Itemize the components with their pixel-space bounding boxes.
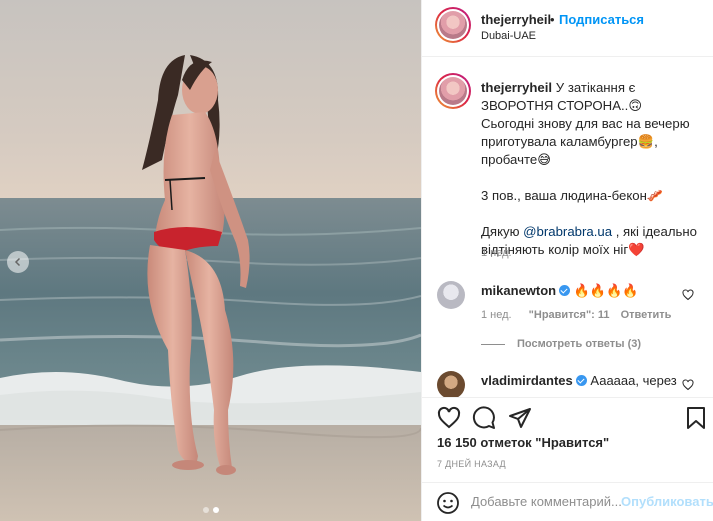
separator-dot: • [550,12,555,27]
comments-scroll-area[interactable]: thejerryheil У затікання є ЗВОРОТНЯ СТОР… [422,57,713,397]
verified-badge-icon [559,285,571,296]
comment-timestamp[interactable]: 1 нед. [481,309,512,321]
view-replies-label: Посмотреть ответы (3) [517,338,642,350]
reply-button[interactable]: Ответить [621,309,672,321]
comment-meta: 1 нед. "Нравится": 11 Ответить [481,309,671,321]
caption-username[interactable]: thejerryheil [481,80,552,95]
caption-timestamp[interactable]: 1 нед. [481,247,512,259]
carousel-dots [0,507,421,513]
comment-text: Аааааа, через [590,373,677,388]
carousel-dot-active [212,507,219,513]
caption-text: thejerryheil У затікання є ЗВОРОТНЯ СТОР… [481,79,707,259]
bookmark-icon[interactable] [685,406,707,430]
caption-line2: Сьогодні знову для вас на вечерю приготу… [481,116,690,149]
emoji-heart: ❤️ [628,242,645,257]
paper-plane-icon[interactable] [508,406,532,430]
post-photo[interactable] [0,0,421,521]
comment-body: mikanewton 🔥🔥🔥🔥 [481,283,639,299]
caption-avatar[interactable] [435,73,471,109]
comment-likes-count[interactable]: "Нравится": 11 [529,309,610,321]
smiley-icon[interactable] [436,491,460,515]
likes-count[interactable]: 16 150 отметок "Нравится" [437,435,609,450]
emoji-sweat-smile: 😅 [537,152,551,167]
post-location[interactable]: Dubai-UAE [481,30,536,42]
author-avatar[interactable] [435,7,471,43]
comment-bubble-icon[interactable] [472,406,496,430]
chevron-left-icon [14,257,21,267]
comment-input[interactable] [471,494,621,509]
emoji-upside-down: 🙃 [628,98,643,113]
comment-like-heart-icon[interactable] [682,379,694,391]
post-comment-button[interactable]: Опубликовать [621,494,713,509]
emoji-bacon: 🥓 [646,188,664,203]
emoji-burger: 🍔 [637,134,655,149]
commenter-avatar[interactable] [437,281,465,309]
comment-body: vladimirdantes Аааааа, через [481,373,677,388]
add-comment-bar: Опубликовать [422,482,713,521]
post-date[interactable]: 7 ДНЕЙ НАЗАД [437,459,506,469]
previous-photo-button[interactable] [7,251,29,273]
caption-line4: 3 пов., ваша людина-бекон [481,188,647,203]
follow-button[interactable]: Подписаться [559,12,644,27]
verified-badge-icon [575,375,587,386]
mention-link[interactable]: @brabrabra.ua [523,224,612,239]
author-username[interactable]: thejerryheil [481,12,551,27]
replies-divider [481,343,505,345]
carousel-dot [202,507,209,513]
comment-text: 🔥🔥🔥🔥 [573,283,639,298]
view-replies-button[interactable]: Посмотреть ответы (3) [481,338,641,350]
commenter-avatar[interactable] [437,371,465,397]
post-header: thejerryheil • Подписаться Dubai-UAE [422,0,713,57]
comment-like-heart-icon[interactable] [682,289,694,301]
post-actions: 16 150 отметок "Нравится" 7 ДНЕЙ НАЗАД О… [422,397,713,521]
comment-username[interactable]: mikanewton [481,283,556,298]
beach-photo-image [0,0,421,521]
heart-icon[interactable] [437,406,461,430]
comment-username[interactable]: vladimirdantes [481,373,573,388]
post-details-panel: thejerryheil • Подписаться Dubai-UAE the… [421,0,713,521]
caption-line5-prefix: Дякую [481,224,524,239]
